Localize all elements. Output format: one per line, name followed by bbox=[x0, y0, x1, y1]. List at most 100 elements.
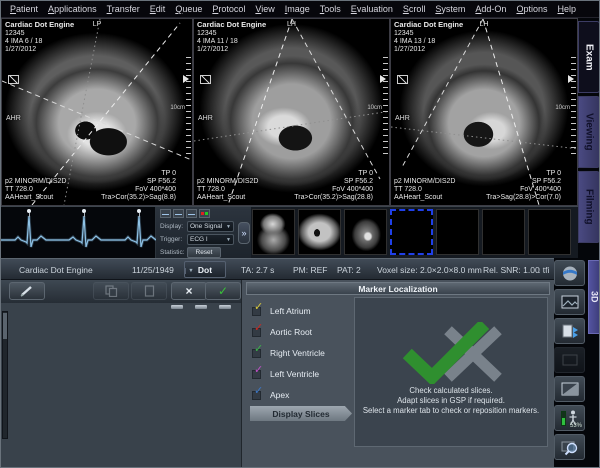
task-instructions: Check calculated slices. Adapt slices in… bbox=[355, 386, 547, 416]
waveform-icon[interactable] bbox=[173, 209, 184, 218]
signal-status-led-icon bbox=[199, 209, 210, 218]
menu-help[interactable]: Help bbox=[553, 3, 580, 15]
tab-viewing[interactable]: Viewing bbox=[578, 96, 600, 168]
display-settings-button[interactable] bbox=[554, 289, 585, 315]
mri-viewport-1[interactable]: Cardiac Dot Engine 12345 4 IMA 6 / 18 1/… bbox=[1, 18, 193, 206]
menu-options[interactable]: Options bbox=[512, 3, 551, 15]
status-pm: PM: REF bbox=[293, 265, 327, 275]
magnifier-icon bbox=[560, 439, 580, 456]
menu-scroll[interactable]: Scroll bbox=[399, 3, 430, 15]
edit-protocol-button[interactable] bbox=[9, 282, 45, 300]
dot-dropdown-button[interactable]: Dot ▼ bbox=[184, 261, 226, 278]
result-check-icon bbox=[396, 322, 506, 384]
check-icon: ✓ bbox=[254, 386, 263, 397]
thumbnail-slot-selected[interactable] bbox=[390, 209, 433, 255]
image-icon bbox=[560, 294, 580, 310]
display-select[interactable]: One Signal ▼ bbox=[187, 221, 234, 232]
menu-view[interactable]: View bbox=[251, 3, 278, 15]
sar-percent: 53% bbox=[570, 423, 582, 429]
status-voxel: Voxel size: 2.0×2.0×8.0 mm bbox=[377, 265, 482, 275]
ecg-waveform bbox=[1, 207, 156, 257]
status-pat: PAT: 2 bbox=[337, 265, 361, 275]
task-result-box: Check calculated slices. Adapt slices in… bbox=[354, 297, 548, 447]
check-icon: ✓ bbox=[254, 323, 263, 334]
no-tilt-icon bbox=[8, 75, 19, 84]
check-icon: ✓ bbox=[254, 302, 263, 313]
mri-viewport-2[interactable]: Cardiac Dot Engine 12345 4 IMA 11 / 18 1… bbox=[193, 18, 390, 206]
mri-viewport-3[interactable]: Cardiac Dot Engine 12345 4 IMA 13 / 18 1… bbox=[390, 18, 578, 206]
cancel-button[interactable]: × bbox=[171, 282, 207, 300]
marker-checkbox[interactable]: ✓ bbox=[252, 328, 261, 337]
paste-button[interactable] bbox=[131, 282, 167, 300]
tab-3d[interactable]: 3D bbox=[588, 260, 600, 334]
menu-evaluation[interactable]: Evaluation bbox=[347, 3, 397, 15]
close-icon: × bbox=[185, 286, 192, 296]
menu-system[interactable]: System bbox=[431, 3, 469, 15]
workflow-tab-strip: Exam Viewing Filming bbox=[578, 18, 600, 258]
expand-physio-button[interactable]: » bbox=[238, 222, 250, 244]
reset-button[interactable]: Reset bbox=[187, 247, 221, 258]
protocol-scrollbar[interactable] bbox=[2, 311, 8, 439]
menu-image[interactable]: Image bbox=[281, 3, 314, 15]
image-adjust-button[interactable] bbox=[554, 376, 585, 402]
menu-tools[interactable]: Tools bbox=[316, 3, 345, 15]
marker-checkbox[interactable]: ✓ bbox=[252, 391, 261, 400]
trigger-select[interactable]: ECG I ▼ bbox=[187, 234, 234, 245]
marker-checkbox[interactable]: ✓ bbox=[252, 370, 261, 379]
orientation-label-top: LH bbox=[287, 21, 296, 29]
overlay-bottom-right: TP 0 SP F56.2 FoV 400*400 Tra>Cor(35.2)>… bbox=[294, 170, 373, 202]
trigger-marker-stem bbox=[139, 213, 140, 217]
sar-monitor-button[interactable]: 53% bbox=[554, 405, 585, 431]
confirm-button[interactable]: ✓ bbox=[205, 282, 241, 300]
pencil-icon bbox=[20, 285, 34, 297]
no-tilt-icon bbox=[397, 75, 408, 84]
patient-orientation-button[interactable] bbox=[554, 260, 585, 286]
trigger-marker-stem bbox=[29, 213, 30, 217]
overlay-bottom-right: TP 0 SP F56.2 FoV 400*400 Tra>Sag(28.8)>… bbox=[486, 170, 561, 202]
trigger-marker-stem bbox=[84, 213, 85, 217]
application-window: Patient Applications Transfer Edit Queue… bbox=[0, 0, 600, 468]
window-icon bbox=[560, 352, 580, 368]
exam-status-bar: Cardiac Dot Engine 11/25/1949 Dot ▼ TA: … bbox=[1, 258, 554, 280]
thumbnail-slot-empty[interactable] bbox=[436, 209, 479, 255]
export-button[interactable] bbox=[554, 318, 585, 344]
scale-ruler bbox=[186, 57, 191, 157]
check-icon: ✓ bbox=[254, 344, 263, 355]
image-search-button[interactable] bbox=[554, 434, 585, 460]
contrast-image-icon bbox=[560, 381, 580, 397]
menu-edit[interactable]: Edit bbox=[146, 3, 170, 15]
menu-addon[interactable]: Add-On bbox=[471, 3, 510, 15]
signal-type-icons bbox=[160, 209, 210, 218]
scrollbar-thumb[interactable] bbox=[3, 313, 7, 339]
orientation-label-top: LH bbox=[480, 21, 489, 29]
physio-controls: Display: One Signal ▼ Trigger: ECG I ▼ S… bbox=[156, 207, 251, 258]
thumbnail-oblique[interactable] bbox=[344, 209, 387, 255]
status-ta: TA: 2.7 s bbox=[241, 265, 274, 275]
menu-queue[interactable]: Queue bbox=[171, 3, 206, 15]
waveform-icon[interactable] bbox=[186, 209, 197, 218]
overlay-bottom-right: TP 0 SP F56.2 FoV 400*400 Tra>Cor(35.2)>… bbox=[101, 170, 176, 202]
thumbnail-slot-empty[interactable] bbox=[528, 209, 571, 255]
orientation-label-left: AHR bbox=[395, 115, 410, 122]
thumbnail-axial[interactable] bbox=[298, 209, 341, 255]
viewport-area: Cardiac Dot Engine 12345 4 IMA 6 / 18 1/… bbox=[1, 18, 578, 206]
thumbnail-sagittal[interactable] bbox=[252, 209, 295, 255]
menu-patient[interactable]: Patient bbox=[6, 3, 42, 15]
menu-protocol[interactable]: Protocol bbox=[208, 3, 249, 15]
waveform-icon[interactable] bbox=[160, 209, 171, 218]
tab-filming[interactable]: Filming bbox=[578, 171, 600, 243]
patient-birthdate: 11/25/1949 bbox=[132, 265, 174, 275]
ecg-waveform-display bbox=[1, 207, 156, 258]
tab-exam[interactable]: Exam bbox=[578, 21, 600, 93]
right-tool-rail: 53% bbox=[554, 259, 587, 468]
thumbnail-slot-empty[interactable] bbox=[482, 209, 525, 255]
copy-button[interactable] bbox=[93, 282, 129, 300]
display-slices-button[interactable]: Display Slices bbox=[250, 406, 352, 421]
scale-ruler bbox=[383, 57, 388, 157]
menu-transfer[interactable]: Transfer bbox=[103, 3, 144, 15]
menu-applications[interactable]: Applications bbox=[44, 3, 101, 15]
display-label: Display: bbox=[160, 223, 187, 230]
marker-checkbox[interactable]: ✓ bbox=[252, 307, 261, 316]
protocol-queue-panel: × ✓ 1 Localizer 2 Localizer@isocenter 3 … bbox=[1, 280, 241, 468]
marker-checkbox[interactable]: ✓ bbox=[252, 349, 261, 358]
